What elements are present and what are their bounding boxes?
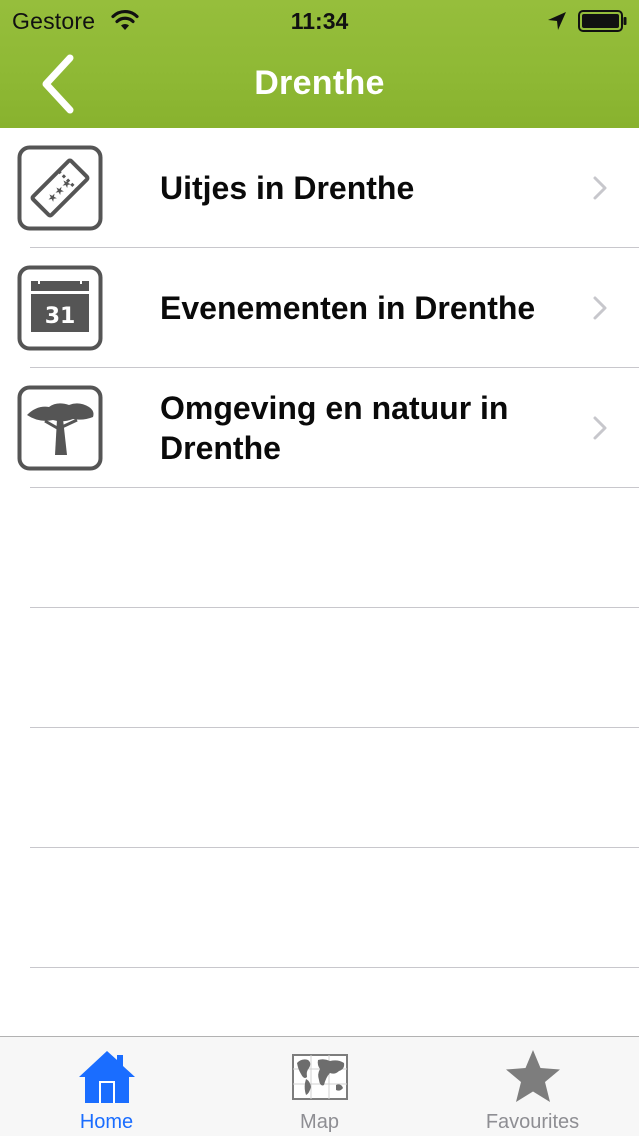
list-item-omgeving[interactable]: Omgeving en natuur in Drenthe bbox=[0, 368, 639, 487]
page-title: Drenthe bbox=[254, 64, 385, 102]
tab-favourites[interactable]: Favourites bbox=[426, 1037, 639, 1136]
map-icon bbox=[291, 1054, 348, 1100]
chevron-right-icon bbox=[593, 176, 607, 200]
home-icon bbox=[78, 1051, 135, 1103]
location-arrow-icon bbox=[548, 12, 566, 30]
row-separator bbox=[30, 607, 639, 608]
status-time: 11:34 bbox=[290, 8, 349, 34]
tab-label: Map bbox=[300, 1111, 339, 1133]
list-item-uitjes[interactable]: ★★★ Uitjes in Drenthe bbox=[0, 128, 639, 247]
star-icon bbox=[505, 1050, 560, 1102]
list-item-label: Uitjes in Drenthe bbox=[160, 170, 415, 206]
chevron-right-icon bbox=[593, 416, 607, 440]
row-separator bbox=[30, 967, 639, 968]
ticket-icon: ★★★ bbox=[17, 145, 103, 231]
tree-icon bbox=[17, 385, 103, 471]
row-separator bbox=[30, 487, 639, 488]
navigation-bar: Drenthe bbox=[0, 40, 639, 128]
app-screen: Gestore 11:34 Drenthe ★★★ Uitjes in Dren… bbox=[0, 0, 639, 1136]
tab-bar: Home Map Favourites bbox=[0, 1036, 639, 1136]
tab-map[interactable]: Map bbox=[213, 1037, 426, 1136]
calendar-day-text: 31 bbox=[45, 304, 76, 329]
row-separator bbox=[30, 727, 639, 728]
tab-label: Favourites bbox=[485, 1111, 580, 1133]
list-item-evenementen[interactable]: 31 Evenementen in Drenthe bbox=[0, 248, 639, 367]
battery-icon bbox=[578, 10, 627, 32]
tab-label: Home bbox=[79, 1111, 134, 1133]
calendar-icon: 31 bbox=[17, 265, 103, 351]
top-bar: Gestore 11:34 Drenthe bbox=[0, 0, 639, 128]
list-item-label: Evenementen in Drenthe bbox=[160, 290, 536, 326]
row-separator bbox=[30, 847, 639, 848]
tab-home[interactable]: Home bbox=[0, 1037, 213, 1136]
chevron-right-icon bbox=[593, 296, 607, 320]
list-item-label: Omgeving en natuur in Drenthe bbox=[160, 390, 509, 466]
status-bar: Gestore 11:34 bbox=[0, 0, 639, 40]
